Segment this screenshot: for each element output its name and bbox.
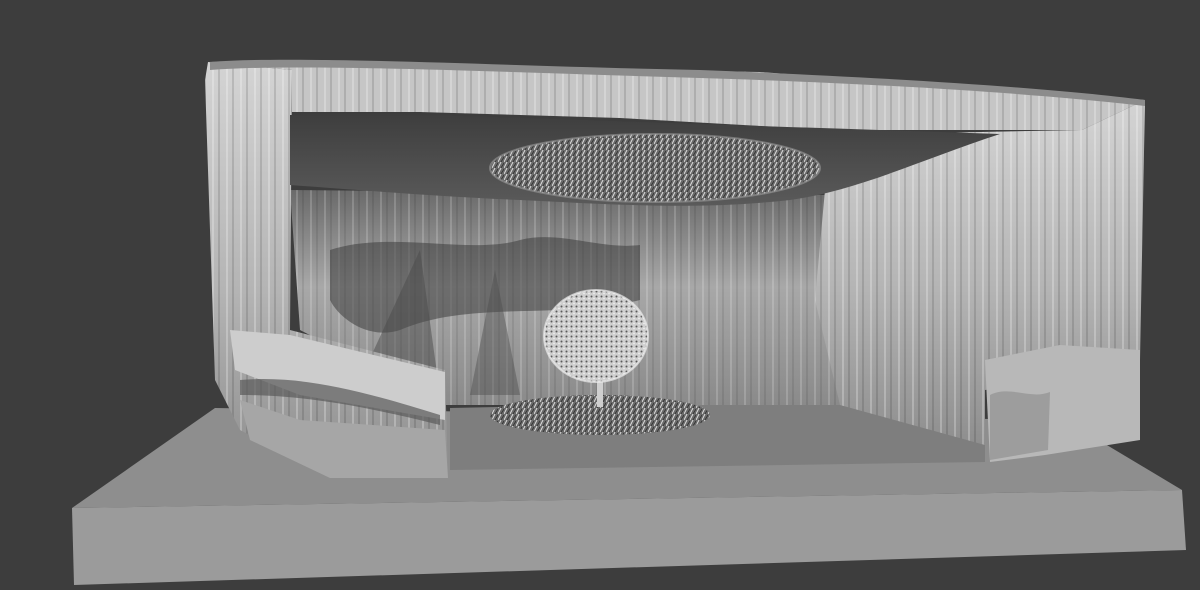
ceiling-grass-clump[interactable] bbox=[489, 133, 821, 203]
3d-viewport[interactable] bbox=[0, 0, 1200, 590]
viewport-canvas[interactable] bbox=[0, 0, 1200, 590]
